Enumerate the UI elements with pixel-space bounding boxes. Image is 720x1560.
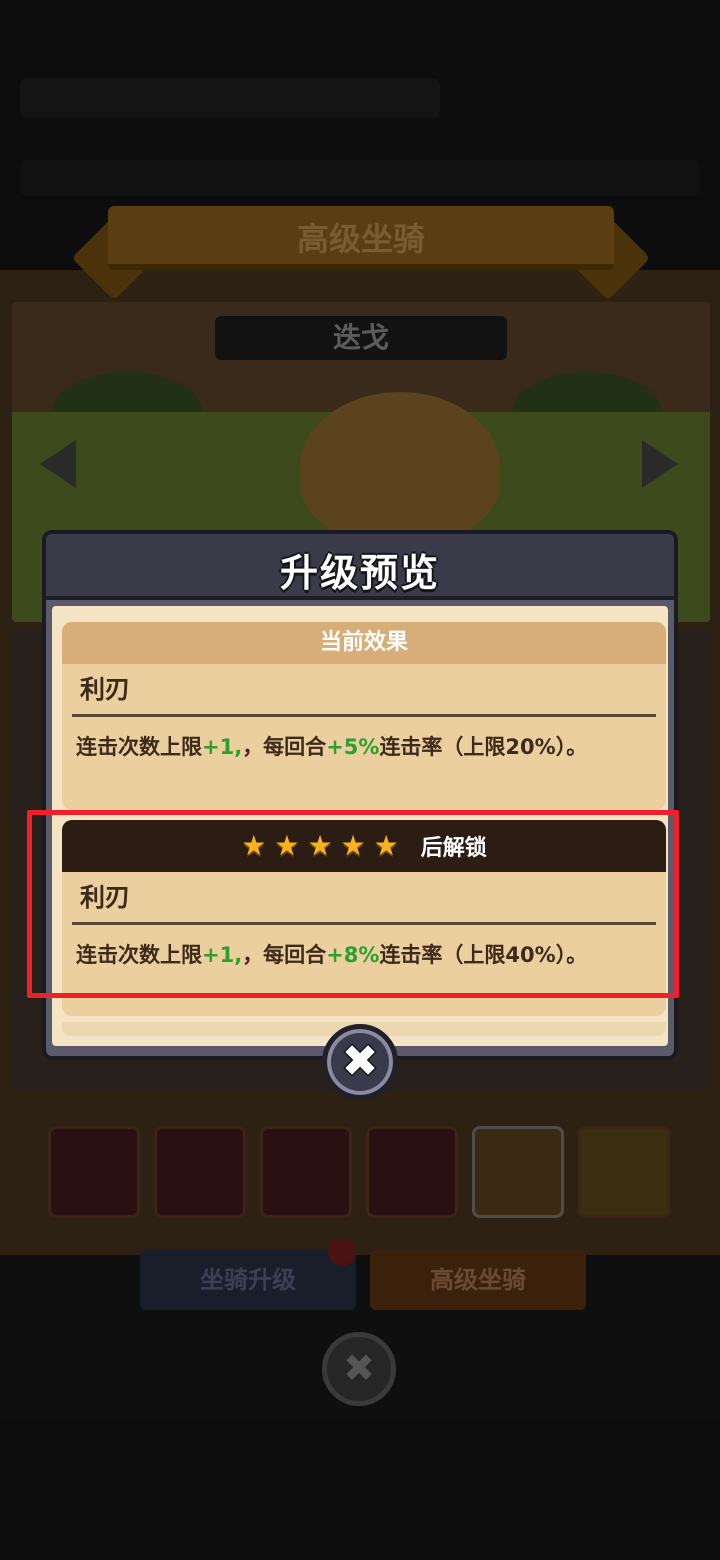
star-icon: ★ (274, 829, 300, 862)
tab-advanced-mount[interactable]: 高级坐骑 (370, 1250, 586, 1310)
effect-prefix: 连击次数上限 (76, 943, 202, 967)
current-effect-header: 当前效果 (62, 622, 666, 664)
star-icon: ★ (373, 829, 399, 862)
mount-thumbnail[interactable] (48, 1126, 140, 1218)
modal-body: 当前效果 利刃 连击次数上限+1,，每回合+5%连击率（上限20%）。 ★ ★ … (52, 606, 668, 1046)
background-close-icon[interactable]: ✖ (322, 1332, 396, 1406)
background-banner-title: 高级坐骑 (296, 220, 425, 258)
star-icon: ★ (241, 829, 267, 862)
effect-bonus-value: +8% (326, 943, 380, 967)
effect-suffix: 连击率（上限20%）。 (379, 735, 588, 759)
tab-mount-upgrade[interactable]: 坐骑升级 (140, 1250, 356, 1310)
mount-thumbnail-row (48, 1126, 670, 1218)
current-effect-card: 当前效果 利刃 连击次数上限+1,，每回合+5%连击率（上限20%）。 (62, 622, 666, 810)
alert-badge-icon (328, 1238, 356, 1266)
star-icon: ★ (340, 829, 366, 862)
effect-prefix: 连击次数上限 (76, 735, 202, 759)
mount-name-label: 迭戈 (215, 316, 507, 360)
effect-bonus-value: +5% (326, 735, 380, 759)
effect-mid: ，每回合 (242, 735, 327, 759)
mount-thumbnail[interactable] (260, 1126, 352, 1218)
background-header-ghost (20, 78, 440, 118)
next-arrow-icon[interactable] (642, 440, 678, 488)
current-effect-text: 连击次数上限+1,，每回合+5%连击率（上限20%）。 (62, 717, 666, 761)
mount-thumbnail[interactable] (578, 1126, 670, 1218)
effect-suffix: 连击率（上限40%）。 (379, 943, 588, 967)
star-icon: ★ (307, 829, 333, 862)
close-icon: ✖ (341, 1036, 379, 1087)
next-skill-name: 利刃 (80, 883, 131, 912)
game-screen: 高级坐骑 迭戈 坐骑升级 高级坐骑 ✖ 升级预览 当前效果 利刃 连击次数上限+… (0, 0, 720, 1560)
upgrade-preview-modal: 升级预览 当前效果 利刃 连击次数上限+1,，每回合+5%连击率（上限20%）。… (42, 530, 678, 1060)
modal-header: 升级预览 (46, 534, 674, 600)
current-skill-name: 利刃 (80, 675, 131, 704)
effect-mid: ，每回合 (242, 943, 327, 967)
mount-thumbnail-selected[interactable] (472, 1126, 564, 1218)
background-bottom-bar (0, 1420, 720, 1560)
mount-thumbnail[interactable] (366, 1126, 458, 1218)
mount-thumbnail[interactable] (154, 1126, 246, 1218)
effect-bonus-value: +1, (202, 943, 243, 967)
background-tab-bar: 坐骑升级 高级坐骑 (140, 1250, 586, 1310)
mount-tiger-image (300, 392, 500, 542)
modal-close-button[interactable]: ✖ (322, 1024, 398, 1100)
unlock-label: 后解锁 (420, 836, 487, 861)
next-effect-text: 连击次数上限+1,，每回合+8%连击率（上限40%）。 (62, 925, 666, 969)
next-effect-header: ★ ★ ★ ★ ★ 后解锁 (62, 820, 666, 872)
effect-bonus-value: +1, (202, 735, 243, 759)
prev-arrow-icon[interactable] (40, 440, 76, 488)
modal-title: 升级预览 (279, 551, 440, 595)
next-effect-card: ★ ★ ★ ★ ★ 后解锁 利刃 连击次数上限+1,，每回合+8%连击率（上限4… (62, 820, 666, 1016)
background-subheader-ghost (20, 160, 700, 196)
